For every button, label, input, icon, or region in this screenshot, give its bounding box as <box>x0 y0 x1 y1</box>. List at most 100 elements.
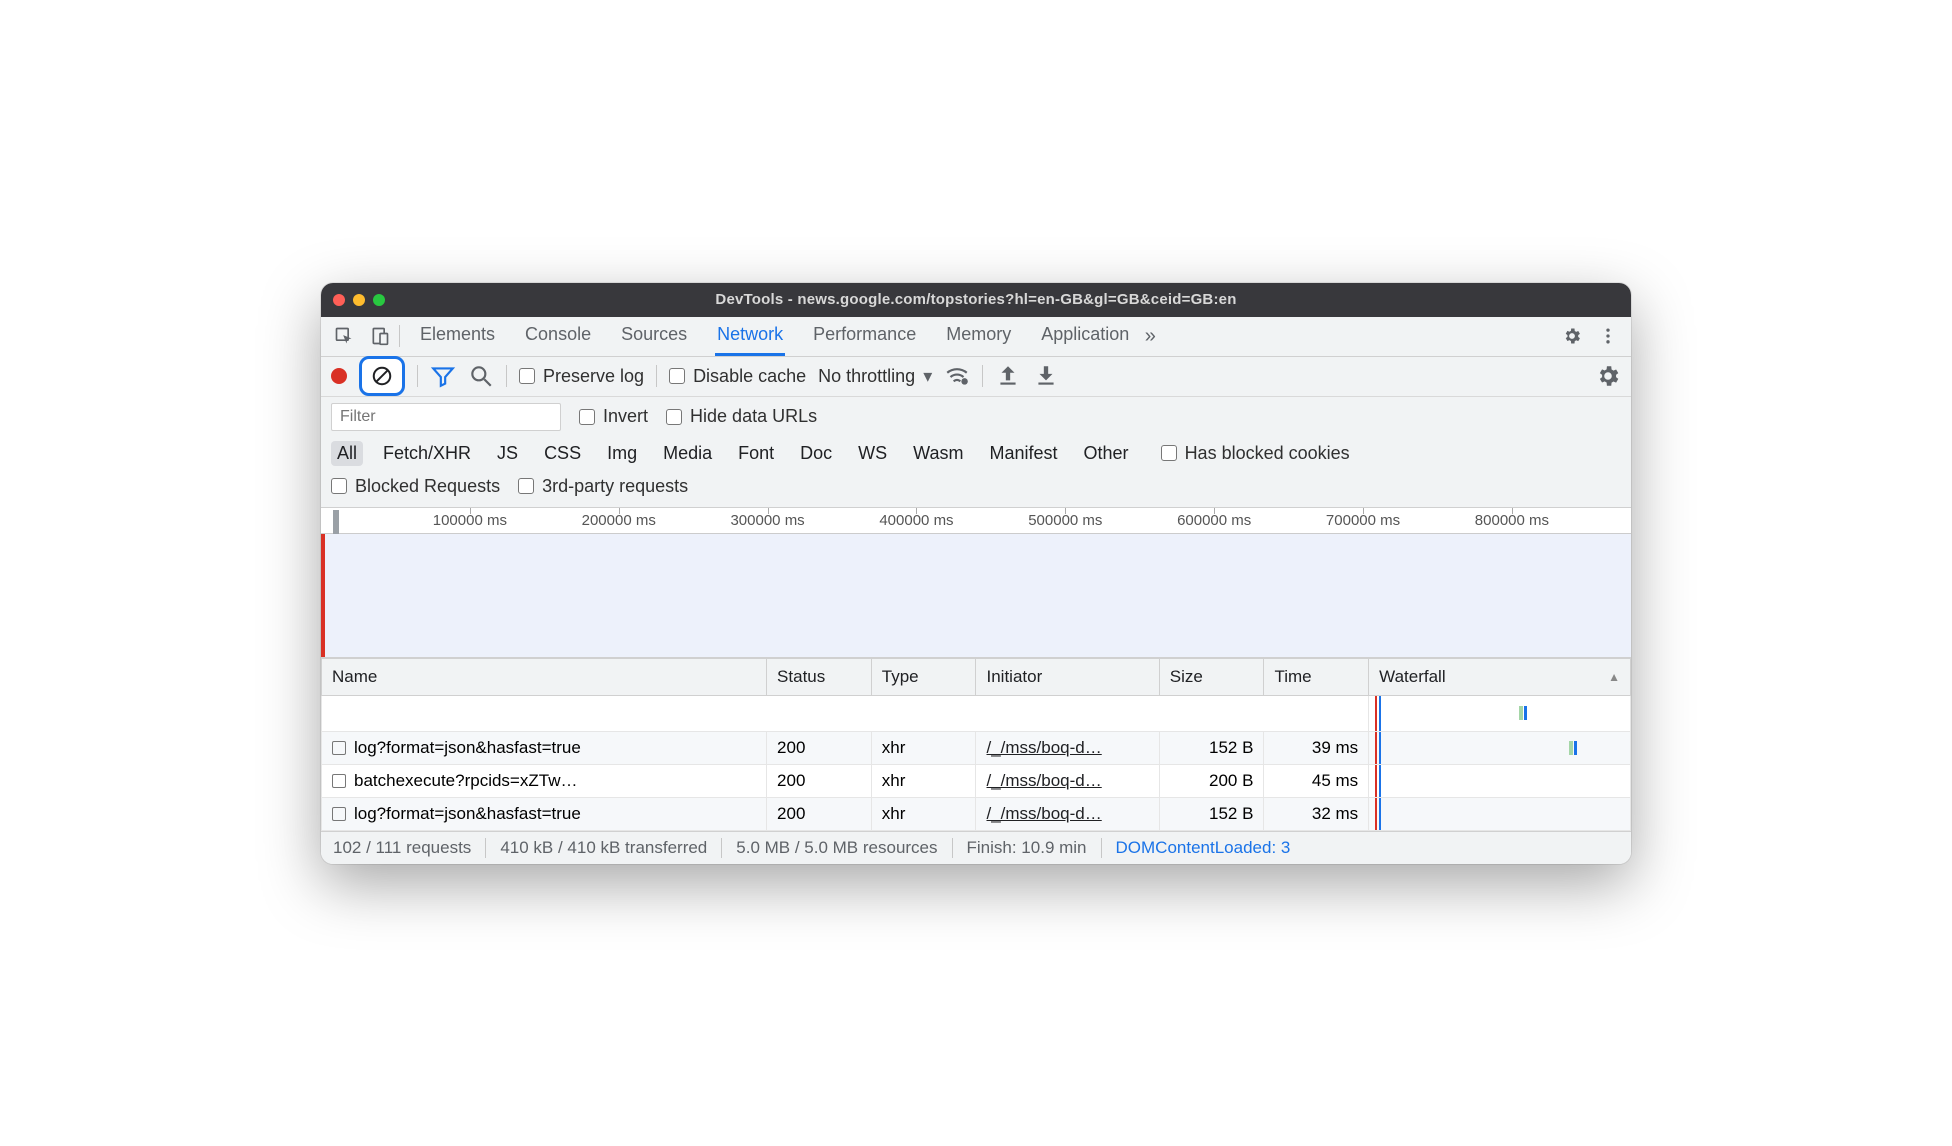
timeline-tick: 100000 ms <box>433 512 507 529</box>
time-cell: 32 ms <box>1264 797 1369 830</box>
status-dcl[interactable]: DOMContentLoaded: 3 <box>1116 838 1291 858</box>
type-cell: xhr <box>871 797 976 830</box>
name-cell: log?format=json&hasfast=true <box>322 731 767 764</box>
status-cell: 200 <box>767 797 872 830</box>
hide-data-urls-checkbox[interactable]: Hide data URLs <box>666 406 817 427</box>
timeline-tick: 500000 ms <box>1028 512 1102 529</box>
kebab-menu-icon[interactable] <box>1591 319 1625 353</box>
type-filter-ws[interactable]: WS <box>852 441 893 466</box>
tab-performance[interactable]: Performance <box>811 317 918 356</box>
invert-checkbox[interactable]: Invert <box>579 406 648 427</box>
timeline-ruler: 100000 ms200000 ms300000 ms400000 ms5000… <box>321 508 1631 534</box>
tab-network[interactable]: Network <box>715 317 785 356</box>
clear-log-button[interactable] <box>359 356 405 396</box>
filter-bar: Invert Hide data URLs All Fetch/XHR JS CSS I… <box>321 397 1631 508</box>
minimize-window-button[interactable] <box>353 294 365 306</box>
name-cell: log?format=json&hasfast=true <box>322 797 767 830</box>
col-waterfall[interactable]: Waterfall▲ <box>1369 658 1631 695</box>
main-tabbar: Elements Console Sources Network Performance… <box>321 317 1631 357</box>
row-checkbox[interactable] <box>332 774 346 788</box>
type-filter-manifest[interactable]: Manifest <box>984 441 1064 466</box>
table-row[interactable]: batchexecute?rpcids=xZTw…200xhr/_/mss/bo… <box>322 764 1631 797</box>
col-initiator[interactable]: Initiator <box>976 658 1159 695</box>
tab-elements[interactable]: Elements <box>418 317 497 356</box>
close-window-button[interactable] <box>333 294 345 306</box>
timeline-start-marker <box>321 534 325 658</box>
type-filter-img[interactable]: Img <box>601 441 643 466</box>
table-header: Name Status Type Initiator Size Time Wat… <box>322 658 1631 695</box>
type-filter-js[interactable]: JS <box>491 441 524 466</box>
import-har-icon[interactable] <box>995 363 1021 389</box>
size-cell: 152 B <box>1159 797 1264 830</box>
zoom-window-button[interactable] <box>373 294 385 306</box>
waterfall-cell <box>1369 797 1631 830</box>
col-type[interactable]: Type <box>871 658 976 695</box>
type-filter-font[interactable]: Font <box>732 441 780 466</box>
overview-timeline[interactable]: 100000 ms200000 ms300000 ms400000 ms5000… <box>321 508 1631 658</box>
tab-console[interactable]: Console <box>523 317 593 356</box>
size-cell: 200 B <box>1159 764 1264 797</box>
requests-table: Name Status Type Initiator Size Time Wat… <box>321 658 1631 831</box>
filter-funnel-icon[interactable] <box>430 363 456 389</box>
type-filter-row: All Fetch/XHR JS CSS Img Media Font Doc WS Wasm Ma… <box>331 441 1621 466</box>
table-row[interactable]: log?format=json&hasfast=true200xhr /_/mss… <box>322 797 1631 830</box>
tab-sources[interactable]: Sources <box>619 317 689 356</box>
col-size[interactable]: Size <box>1159 658 1264 695</box>
tab-application[interactable]: Application <box>1039 317 1131 356</box>
row-checkbox[interactable] <box>332 807 346 821</box>
type-filter-fetchxhr[interactable]: Fetch/XHR <box>377 441 477 466</box>
type-cell: xhr <box>871 731 976 764</box>
sort-indicator-icon: ▲ <box>1608 670 1620 684</box>
network-toolbar: Preserve log Disable cache No throttling… <box>321 357 1631 397</box>
row-checkbox[interactable] <box>332 741 346 755</box>
timeline-tick: 400000 ms <box>879 512 953 529</box>
initiator-cell: /_/mss/boq-d… <box>976 731 1159 764</box>
type-filter-other[interactable]: Other <box>1078 441 1135 466</box>
divider <box>982 365 983 387</box>
export-har-icon[interactable] <box>1033 363 1059 389</box>
type-filter-css[interactable]: CSS <box>538 441 587 466</box>
col-name[interactable]: Name <box>322 658 767 695</box>
divider <box>656 365 657 387</box>
initiator-link[interactable]: /_/mss/boq-d… <box>986 804 1101 823</box>
waterfall-cell <box>1369 731 1631 764</box>
type-filter-wasm[interactable]: Wasm <box>907 441 969 466</box>
timeline-tick: 300000 ms <box>730 512 804 529</box>
third-party-checkbox[interactable]: 3rd-party requests <box>518 476 688 497</box>
status-requests: 102 / 111 requests <box>333 838 471 858</box>
type-filter-media[interactable]: Media <box>657 441 718 466</box>
initiator-cell: /_/mss/boq-d… <box>976 797 1159 830</box>
network-settings-gear-icon[interactable] <box>1595 363 1621 389</box>
more-tabs-button[interactable]: » <box>1133 319 1167 353</box>
toggle-device-icon[interactable] <box>363 319 397 353</box>
throttling-select[interactable]: No throttling▾ <box>818 366 932 387</box>
initiator-link[interactable]: /_/mss/boq-d… <box>986 738 1101 757</box>
type-filter-doc[interactable]: Doc <box>794 441 838 466</box>
settings-gear-icon[interactable] <box>1555 319 1589 353</box>
record-button[interactable] <box>331 368 347 384</box>
timeline-tick: 600000 ms <box>1177 512 1251 529</box>
filter-input[interactable] <box>331 403 561 431</box>
name-cell: batchexecute?rpcids=xZTw… <box>322 764 767 797</box>
devtools-window: DevTools - news.google.com/topstories?hl… <box>321 283 1631 864</box>
table-row[interactable]: log?format=json&hasfast=true200xhr/_/mss… <box>322 731 1631 764</box>
col-status[interactable]: Status <box>767 658 872 695</box>
divider <box>506 365 507 387</box>
timeline-body <box>321 534 1631 658</box>
tab-memory[interactable]: Memory <box>944 317 1013 356</box>
search-icon[interactable] <box>468 363 494 389</box>
preserve-log-checkbox[interactable]: Preserve log <box>519 366 644 387</box>
inspect-element-icon[interactable] <box>327 319 361 353</box>
disable-cache-checkbox[interactable]: Disable cache <box>669 366 806 387</box>
initiator-link[interactable]: /_/mss/boq-d… <box>986 771 1101 790</box>
blocked-requests-checkbox[interactable]: Blocked Requests <box>331 476 500 497</box>
window-controls <box>333 294 385 306</box>
timeline-tick: 800000 ms <box>1475 512 1549 529</box>
col-time[interactable]: Time <box>1264 658 1369 695</box>
table-row <box>322 695 1631 731</box>
type-filter-all[interactable]: All <box>331 441 363 466</box>
has-blocked-cookies-checkbox[interactable]: Has blocked cookies <box>1161 443 1350 464</box>
network-conditions-icon[interactable] <box>944 363 970 389</box>
window-title: DevTools - news.google.com/topstories?hl… <box>333 291 1619 308</box>
timeline-activity-bar <box>333 510 339 534</box>
